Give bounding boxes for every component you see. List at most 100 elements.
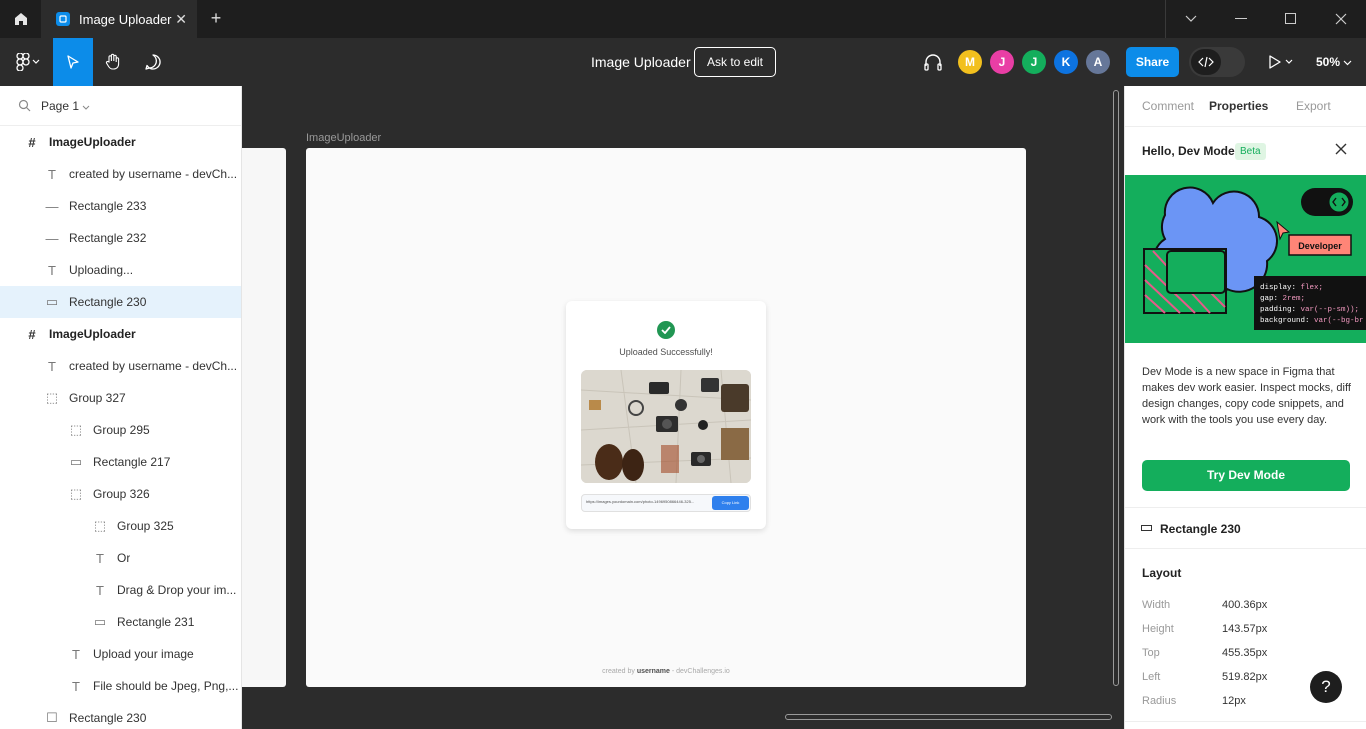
layer-item[interactable]: Tcreated by username - devCh... [0,350,241,382]
main-menu-button[interactable] [6,38,50,86]
layer-item[interactable]: — Rectangle 233 [0,190,241,222]
layers-panel: Page 1 # ImageUploader Tcreated by usernam… [0,86,242,729]
uploaded-photo [581,370,751,483]
text-icon: T [96,582,104,598]
layer-item[interactable]: T Upload your image [0,638,241,670]
home-icon[interactable] [0,0,41,38]
layer-item[interactable]: ☐ Rectangle 230 [0,702,241,729]
layer-label: created by username - devCh... [69,359,238,373]
image-uploader-frame[interactable]: Uploaded Successfully! https://images.yo… [306,148,1026,687]
chevron-down-icon [83,105,90,110]
close-tab-icon[interactable]: ✕ [175,11,187,28]
figma-file-icon [56,12,70,26]
rectangle-icon: ▭ [93,614,107,629]
file-tab[interactable]: Image Uploader ✕ [41,0,197,38]
layer-label: Or [117,551,131,565]
play-icon [1269,55,1293,69]
minimize-button[interactable] [1216,0,1266,38]
text-icon: T [48,166,56,182]
developer-tag: Developer [1298,241,1342,251]
link-field[interactable]: https://images.yourdomain.com/photo-1496… [581,494,751,512]
code-key: background [1260,317,1305,325]
line-icon: — [45,198,59,214]
layer-item[interactable]: T Drag & Drop your im... [0,574,241,606]
share-button[interactable]: Share [1126,47,1179,77]
property-value[interactable]: 143.57px [1222,623,1267,635]
layer-item[interactable]: ⬚ Group 325 [0,510,241,542]
code-line: display: flex; [1260,284,1323,292]
layer-item[interactable]: — Rectangle 232 [0,222,241,254]
property-value[interactable]: 12px [1222,695,1246,707]
upload-success-card[interactable]: Uploaded Successfully! https://images.yo… [566,301,766,529]
dev-mode-toggle[interactable] [1189,47,1245,77]
maximize-button[interactable] [1266,0,1316,38]
help-button[interactable]: ? [1310,671,1342,703]
headphones-icon [924,54,942,71]
avatar[interactable]: M [958,50,982,74]
zoom-level[interactable]: 50% [1316,38,1352,86]
chevron-down-icon[interactable] [1166,0,1216,38]
image-url: https://images.yourdomain.com/photo-1496… [586,499,695,504]
zoom-value: 50% [1316,55,1341,69]
layer-item[interactable]: # ImageUploader [0,126,241,158]
layer-item[interactable]: T File should be Jpeg, Png,... [0,670,241,702]
avatar[interactable]: A [1086,50,1110,74]
property-value[interactable]: 400.36px [1222,599,1267,611]
layer-item[interactable]: T Or [0,542,241,574]
property-key: Left [1142,671,1161,683]
code-line: padding: var(--p-sm)); [1260,306,1359,314]
layer-label: Group 325 [117,519,174,533]
present-button[interactable] [1262,38,1300,86]
tab-properties[interactable]: Properties [1209,99,1268,113]
title-bar: Image Uploader ✕ + [0,0,1366,38]
layer-label: Rectangle 233 [69,199,147,213]
layer-item[interactable]: ⬚ Group 295 [0,414,241,446]
layer-item[interactable]: ▭ Rectangle 231 [0,606,241,638]
beta-badge: Beta [1235,143,1266,160]
layer-label: Group 295 [93,423,150,437]
hand-icon [105,53,120,70]
layer-label: Group 327 [69,391,126,405]
property-value[interactable]: 455.35px [1222,647,1267,659]
comment-tool-button[interactable] [133,38,173,86]
code-key: padding [1260,306,1292,314]
canvas[interactable]: ImageUploader Uploaded Successfully! htt… [242,86,1124,729]
layer-item[interactable]: ⬚ Group 326 [0,478,241,510]
try-dev-mode-button[interactable]: Try Dev Mode [1142,460,1350,491]
avatar[interactable]: J [990,50,1014,74]
layer-item[interactable]: ⬚ Group 327 [0,382,241,414]
frame-preview[interactable] [242,148,286,687]
close-window-button[interactable] [1316,0,1366,38]
audio-button[interactable] [918,38,948,86]
move-tool-button[interactable] [53,38,93,86]
code-value: var(--bg-br [1314,317,1364,325]
layer-item[interactable]: Tcreated by username - devCh... [0,158,241,190]
layer-item[interactable]: ▭ Rectangle 217 [0,446,241,478]
layer-item[interactable]: # ImageUploader [0,318,241,350]
dev-mode-illustration: Developer display: flex; gap: 2rem; padd… [1125,175,1366,343]
avatar[interactable]: J [1022,50,1046,74]
file-title[interactable]: Image Uploader [591,38,691,86]
page-selector[interactable]: Page 1 [0,86,241,126]
code-key: gap [1260,295,1274,303]
search-icon[interactable] [18,99,31,112]
avatar[interactable]: K [1054,50,1078,74]
new-tab-icon[interactable]: + [205,8,227,29]
footer-suffix: - devChallenges.io [669,668,730,675]
layer-item[interactable]: T Uploading... [0,254,241,286]
group-icon: ⬚ [93,518,107,533]
tab-comment[interactable]: Comment [1142,99,1194,113]
tab-export[interactable]: Export [1296,99,1331,113]
property-key: Radius [1142,695,1177,707]
code-key: display [1260,284,1292,292]
layer-label: Rectangle 230 [69,295,147,309]
vertical-scrollbar[interactable] [1113,90,1119,686]
layer-item[interactable]: ▭ Rectangle 230 [0,286,241,318]
close-icon[interactable] [1335,142,1347,160]
property-value[interactable]: 519.82px [1222,671,1267,683]
copy-link-button[interactable]: Copy Link [712,496,749,510]
hand-tool-button[interactable] [93,38,133,86]
horizontal-scrollbar[interactable] [785,714,1112,720]
frame-label[interactable]: ImageUploader [306,132,381,144]
ask-to-edit-button[interactable]: Ask to edit [694,47,776,77]
